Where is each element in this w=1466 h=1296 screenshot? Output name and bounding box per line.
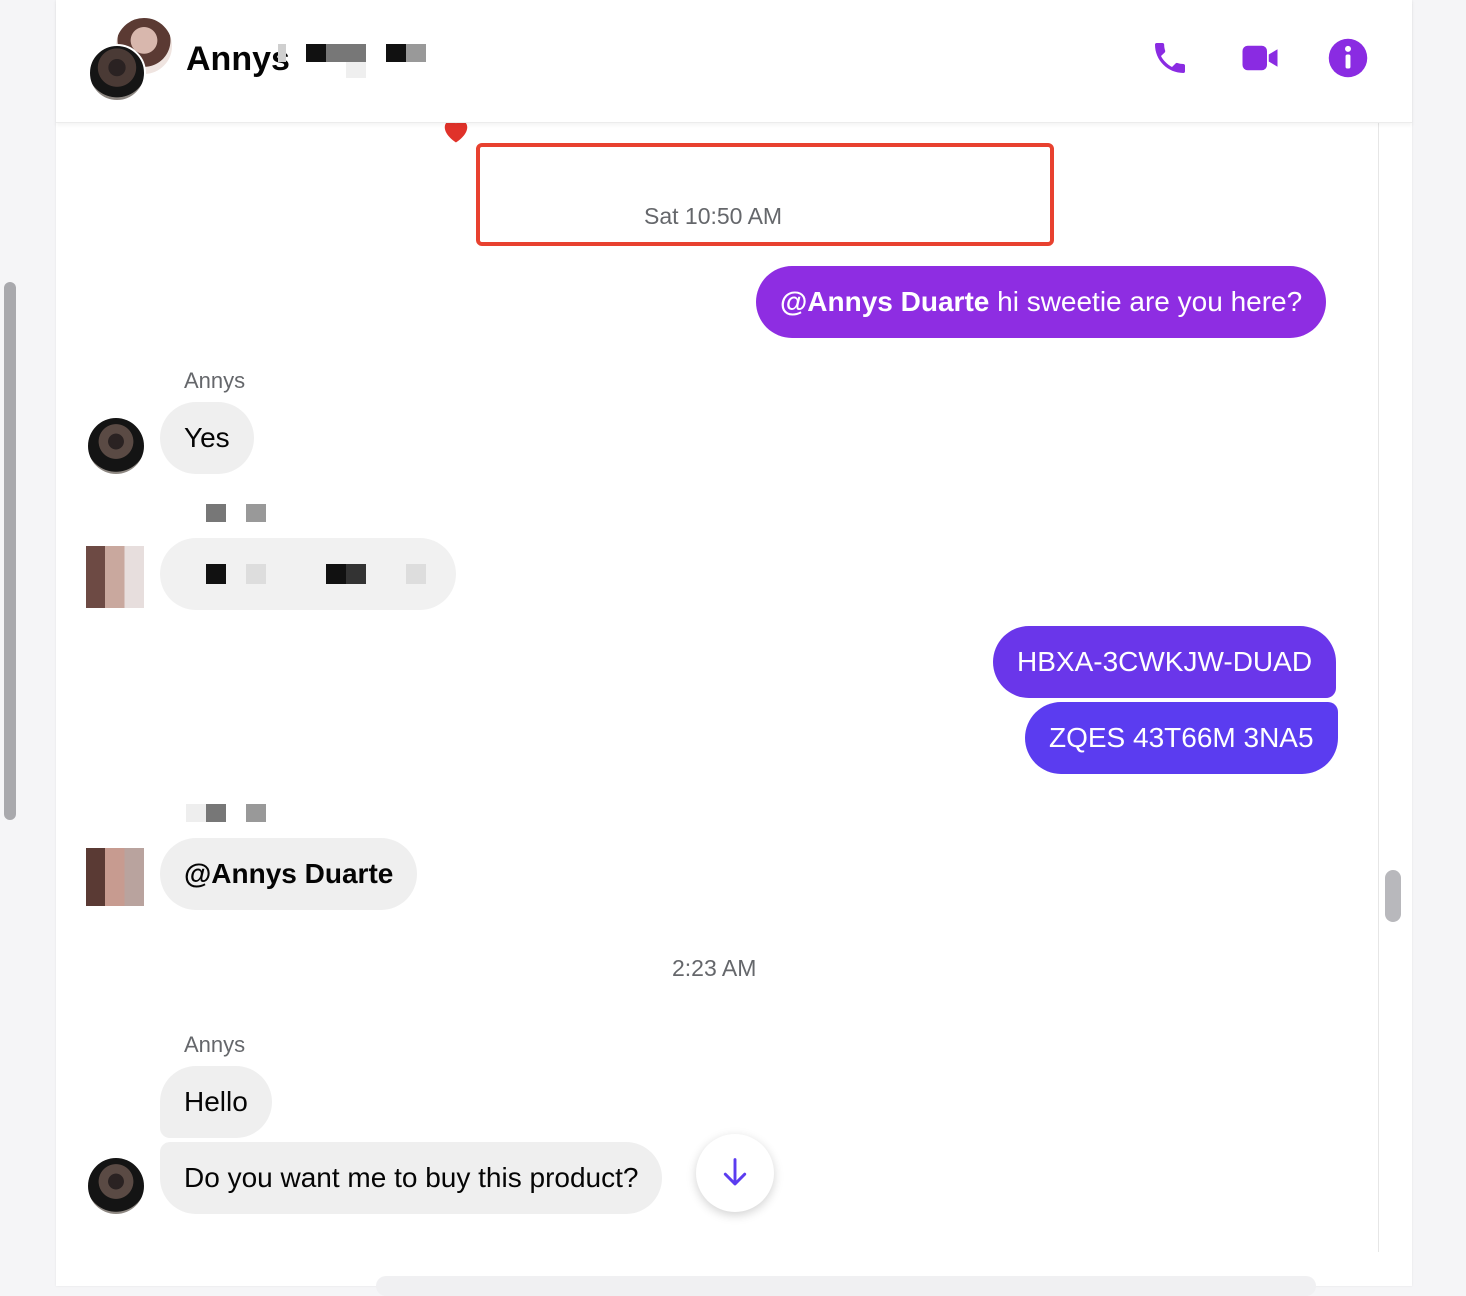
incoming-message[interactable]: Yes <box>160 402 254 474</box>
chat-header: Annys <box>56 0 1412 123</box>
chat-title[interactable]: Annys <box>186 40 290 79</box>
outgoing-message[interactable]: HBXA-3CWKJW-DUAD <box>993 626 1337 698</box>
timestamp-highlight <box>476 143 1054 246</box>
message-text: ZQES 43T66M 3NA5 <box>1049 722 1314 753</box>
chat-panel: Annys Sat 10:50 AM @Annys Duarte hi swee… <box>56 0 1412 1296</box>
redacted-avatar <box>86 546 144 608</box>
chat-scrollbar-thumb[interactable] <box>1385 870 1401 922</box>
timestamp-divider: 2:23 AM <box>672 955 757 981</box>
incoming-message[interactable]: Hello <box>160 1066 272 1138</box>
mention[interactable]: @Annys Duarte <box>780 288 989 316</box>
message-text: Do you want me to buy this product? <box>184 1162 639 1193</box>
window-scrollbar[interactable] <box>4 282 16 820</box>
redacted-sender-name <box>206 504 226 522</box>
redacted-name <box>278 44 286 62</box>
message-text: HBXA-3CWKJW-DUAD <box>1017 646 1313 677</box>
composer-edge <box>376 1276 1316 1296</box>
message-text: Yes <box>184 422 230 453</box>
redacted-avatar <box>86 848 144 906</box>
phone-icon[interactable] <box>1148 36 1192 80</box>
sender-name: Annys <box>184 368 246 393</box>
info-icon[interactable] <box>1326 36 1370 80</box>
outgoing-message[interactable]: ZQES 43T66M 3NA5 <box>1025 702 1338 774</box>
mention[interactable]: @Annys Duarte <box>184 860 393 888</box>
avatar-primary <box>88 44 146 102</box>
arrow-down-icon <box>723 1158 747 1186</box>
sender-avatar[interactable] <box>88 1158 144 1214</box>
group-avatar[interactable] <box>88 16 174 102</box>
message-text: hi sweetie are you here? <box>989 286 1303 317</box>
incoming-message[interactable]: @Annys Duarte <box>160 838 418 910</box>
redacted-name-block <box>306 44 326 62</box>
chat-scroll-track <box>1378 122 1379 1252</box>
redacted-sender-name <box>186 804 206 822</box>
outgoing-message[interactable]: @Annys Duarte hi sweetie are you here? <box>756 266 1327 338</box>
sender-name: Annys <box>184 1032 246 1057</box>
message-text: Hello <box>184 1086 248 1117</box>
incoming-message[interactable]: Do you want me to buy this product? <box>160 1142 663 1214</box>
scroll-to-bottom-button[interactable] <box>696 1134 774 1212</box>
video-icon[interactable] <box>1238 36 1282 80</box>
sender-avatar[interactable] <box>88 418 144 474</box>
timestamp-divider: Sat 10:50 AM <box>644 203 783 229</box>
